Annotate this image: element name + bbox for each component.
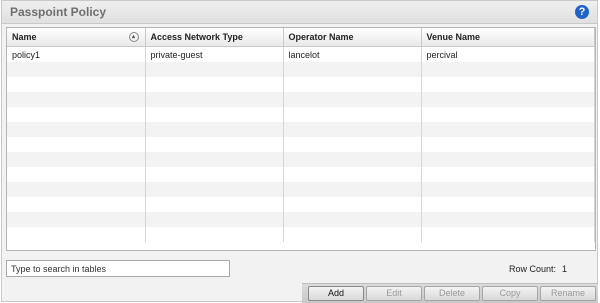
edit-button[interactable]: Edit [366, 286, 422, 301]
policy-table: Name ▴ Access Network Type Operator Name… [6, 27, 596, 251]
column-header-label: Name [12, 32, 37, 42]
empty-cell [7, 227, 146, 242]
help-icon[interactable]: ? [575, 5, 589, 19]
empty-table-row [7, 167, 595, 182]
column-header-operator-name[interactable]: Operator Name [283, 28, 422, 47]
empty-cell [7, 152, 146, 167]
empty-cell [7, 107, 146, 122]
empty-cell [7, 167, 146, 182]
column-header-label: Venue Name [426, 32, 481, 42]
empty-cell [145, 182, 284, 197]
empty-cell [145, 122, 284, 137]
empty-cell [145, 62, 284, 77]
empty-cell [145, 92, 284, 107]
empty-cell [283, 212, 422, 227]
empty-cell [7, 212, 146, 227]
panel-title: Passpoint Policy [10, 5, 107, 19]
empty-cell [7, 197, 146, 212]
empty-cell [421, 167, 595, 182]
cell-operator-name: lancelot [283, 46, 422, 62]
empty-cell [145, 197, 284, 212]
copy-button[interactable]: Copy [482, 286, 538, 301]
cell-access-network-type: private-guest [145, 46, 284, 62]
empty-cell [421, 62, 595, 77]
empty-cell [283, 182, 422, 197]
empty-cell [283, 167, 422, 182]
empty-cell [421, 152, 595, 167]
cell-venue-name: percival [421, 46, 595, 62]
sort-ascending-icon[interactable]: ▴ [128, 32, 139, 42]
empty-cell [283, 77, 422, 92]
table-header-row: Name ▴ Access Network Type Operator Name… [7, 28, 595, 47]
empty-table-row [7, 92, 595, 107]
empty-table-row [7, 212, 595, 227]
delete-button[interactable]: Delete [424, 286, 480, 301]
empty-table-row [7, 137, 595, 152]
empty-cell [283, 137, 422, 152]
empty-table-row [7, 77, 595, 92]
empty-cell [283, 152, 422, 167]
cell-name: policy1 [7, 46, 146, 62]
empty-cell [145, 77, 284, 92]
empty-table-row [7, 152, 595, 167]
empty-cell [145, 107, 284, 122]
empty-cell [7, 122, 146, 137]
empty-cell [421, 122, 595, 137]
empty-cell [145, 152, 284, 167]
empty-cell [421, 212, 595, 227]
empty-cell [421, 197, 595, 212]
table-row[interactable]: policy1 private-guest lancelot percival [7, 46, 595, 62]
column-header-venue-name[interactable]: Venue Name [421, 28, 595, 47]
empty-table-row [7, 197, 595, 212]
column-header-name[interactable]: Name ▴ [7, 28, 146, 47]
passpoint-policy-panel: Passpoint Policy ? Name ▴ Access Network… [1, 0, 598, 303]
empty-cell [421, 182, 595, 197]
row-count: Row Count: 1 [509, 264, 567, 274]
empty-cell [283, 107, 422, 122]
rename-button[interactable]: Rename [540, 286, 596, 301]
empty-cell [421, 107, 595, 122]
panel-header: Passpoint Policy ? [2, 1, 597, 24]
empty-cell [7, 77, 146, 92]
row-count-label: Row Count: [508, 264, 556, 274]
table-search-input[interactable] [6, 260, 230, 277]
column-header-access-network-type[interactable]: Access Network Type [145, 28, 284, 47]
empty-cell [145, 212, 284, 227]
empty-cell [421, 137, 595, 152]
empty-cell [7, 182, 146, 197]
add-button[interactable]: Add [308, 286, 364, 301]
empty-table-row [7, 107, 595, 122]
empty-table-row [7, 182, 595, 197]
column-header-label: Operator Name [288, 32, 354, 42]
row-count-value: 1 [561, 264, 567, 274]
empty-cell [421, 92, 595, 107]
empty-cell [421, 77, 595, 92]
column-header-label: Access Network Type [150, 32, 243, 42]
empty-cell [7, 137, 146, 152]
empty-cell [145, 227, 284, 242]
empty-cell [145, 137, 284, 152]
empty-table-row [7, 62, 595, 77]
empty-cell [283, 92, 422, 107]
empty-cell [283, 197, 422, 212]
empty-table-row [7, 122, 595, 137]
action-button-bar: Add Edit Delete Copy Rename [302, 283, 598, 303]
empty-cell [7, 62, 146, 77]
empty-cell [283, 227, 422, 242]
empty-cell [145, 167, 284, 182]
empty-cell [283, 62, 422, 77]
empty-table-row [7, 227, 595, 242]
empty-cell [283, 122, 422, 137]
empty-cell [421, 227, 595, 242]
empty-cell [7, 92, 146, 107]
